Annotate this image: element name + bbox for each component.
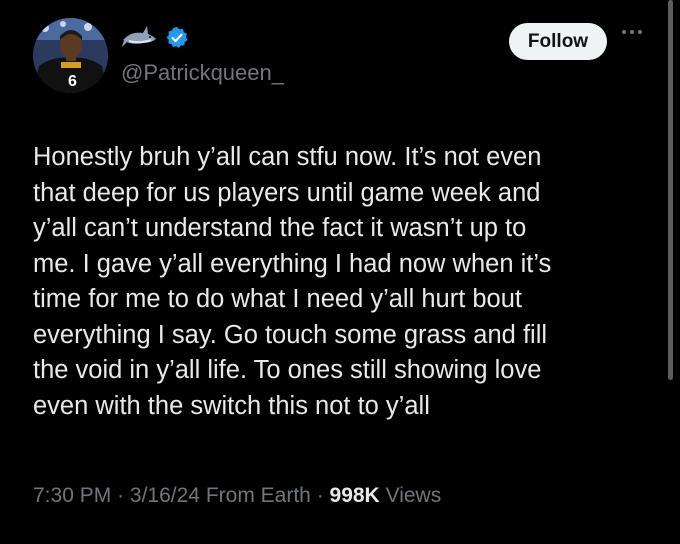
tweet-date[interactable]: 3/16/24 <box>130 484 200 507</box>
scrollbar[interactable] <box>668 0 673 380</box>
follow-button[interactable]: Follow <box>509 23 607 60</box>
verified-badge-icon <box>165 26 189 50</box>
meta-separator: · <box>316 484 330 507</box>
jersey-number: 6 <box>68 73 77 90</box>
tweet-meta: 7:30 PM · 3/16/24 From Earth · 998K View… <box>33 484 441 508</box>
views-count[interactable]: 998K <box>330 484 380 507</box>
shark-icon <box>121 25 157 51</box>
tweet-time[interactable]: 7:30 PM <box>33 484 111 507</box>
views-label: Views <box>385 484 442 507</box>
tweet-location: From Earth <box>205 484 311 507</box>
tweet-text: Honestly bruh y’all can stfu now. It’s n… <box>33 143 552 420</box>
avatar[interactable]: 6 <box>33 18 108 93</box>
author-name-row[interactable] <box>121 22 189 54</box>
meta-separator: · <box>117 484 130 507</box>
author-handle[interactable]: @Patrickqueen_ <box>121 60 284 86</box>
more-options-icon[interactable] <box>622 30 642 34</box>
avatar-photo: 6 <box>33 18 108 93</box>
